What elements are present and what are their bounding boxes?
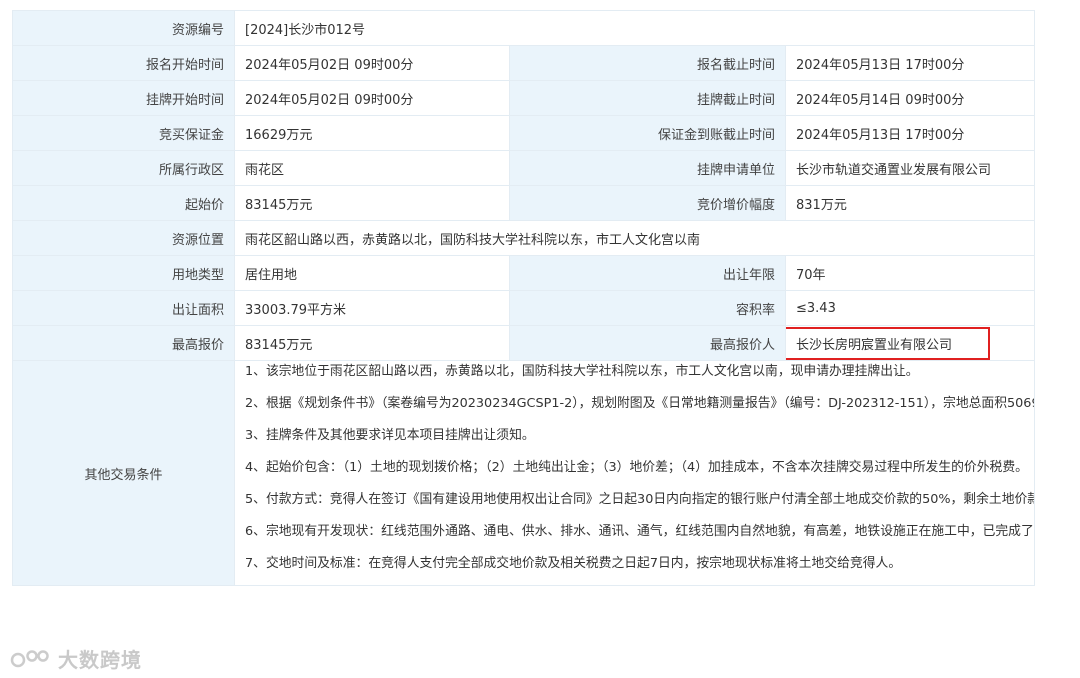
area-label: 出让面积 [12,290,235,326]
conditions-label: 其他交易条件 [12,360,235,586]
reg-end-value: 2024年05月13日 17时00分 [785,45,1035,81]
resource-no-value: [2024]长沙市012号 [234,10,1035,46]
district-value: 雨花区 [234,150,510,186]
table-row: 其他交易条件 1、该宗地位于雨花区韶山路以西，赤黄路以北，国防科技大学社科院以东… [12,360,1035,586]
reg-end-label: 报名截止时间 [509,45,786,81]
list-start-value: 2024年05月02日 09时00分 [234,80,510,116]
table-row: 竞买保证金 16629万元 保证金到账截止时间 2024年05月13日 17时0… [12,115,1035,151]
table-row: 最高报价 83145万元 最高报价人 长沙长房明宸置业有限公司 [12,325,1035,361]
reg-start-label: 报名开始时间 [12,45,235,81]
table-row: 报名开始时间 2024年05月02日 09时00分 报名截止时间 2024年05… [12,45,1035,81]
applicant-value: 长沙市轨道交通置业发展有限公司 [785,150,1035,186]
top-bidder-label: 最高报价人 [509,325,786,361]
condition-item: 5、付款方式：竞得人在签订《国有建设用地使用权出让合同》之日起30日内向指定的银… [245,492,1034,507]
land-use-value: 居住用地 [234,255,510,291]
watermark-logo-icon [10,649,49,667]
top-bid-value: 83145万元 [234,325,510,361]
district-label: 所属行政区 [12,150,235,186]
increment-value: 831万元 [785,185,1035,221]
list-end-value: 2024年05月14日 09时00分 [785,80,1035,116]
far-label: 容积率 [509,290,786,326]
condition-item: 2、根据《规划条件书》（案卷编号为20230234GCSP1-2），规划附图及《… [245,396,1034,411]
area-value: 33003.79平方米 [234,290,510,326]
watermark: 大数跨境 [10,644,142,673]
top-bid-label: 最高报价 [12,325,235,361]
reg-start-value: 2024年05月02日 09时00分 [234,45,510,81]
far-value: ≤3.43 [785,290,1035,326]
condition-item: 4、起始价包含：（1）土地的现划拨价格；（2）土地纯出让金；（3）地价差；（4）… [245,460,1028,475]
deposit-deadline-label: 保证金到账截止时间 [509,115,786,151]
start-price-value: 83145万元 [234,185,510,221]
top-bidder-value: 长沙长房明宸置业有限公司 [796,337,953,353]
condition-item: 6、宗地现有开发现状：红线范围外通路、通电、供水、排水、通讯、通气，红线范围内自… [245,524,1035,539]
location-value: 雨花区韶山路以西，赤黄路以北，国防科技大学社科院以东，市工人文化宫以南 [234,220,1035,256]
table-row: 出让面积 33003.79平方米 容积率 ≤3.43 [12,290,1035,326]
deposit-value: 16629万元 [234,115,510,151]
condition-item: 7、交地时间及标准：在竞得人支付完全部成交地价款及相关税费之日起7日内，按宗地现… [245,556,902,571]
start-price-label: 起始价 [12,185,235,221]
list-end-label: 挂牌截止时间 [509,80,786,116]
term-value: 70年 [785,255,1035,291]
land-use-label: 用地类型 [12,255,235,291]
condition-item: 1、该宗地位于雨花区韶山路以西，赤黄路以北，国防科技大学社科院以东，市工人文化宫… [245,364,919,379]
table-row: 起始价 83145万元 竞价增价幅度 831万元 [12,185,1035,221]
table-row: 所属行政区 雨花区 挂牌申请单位 长沙市轨道交通置业发展有限公司 [12,150,1035,186]
table-row: 资源位置 雨花区韶山路以西，赤黄路以北，国防科技大学社科院以东，市工人文化宫以南 [12,220,1035,256]
term-label: 出让年限 [509,255,786,291]
table-row: 用地类型 居住用地 出让年限 70年 [12,255,1035,291]
increment-label: 竞价增价幅度 [509,185,786,221]
applicant-label: 挂牌申请单位 [509,150,786,186]
table-row: 挂牌开始时间 2024年05月02日 09时00分 挂牌截止时间 2024年05… [12,80,1035,116]
top-bidder-cell: 长沙长房明宸置业有限公司 [785,325,1035,361]
condition-item: 3、挂牌条件及其他要求详见本项目挂牌出让须知。 [245,428,535,443]
location-label: 资源位置 [12,220,235,256]
conditions-content: 1、该宗地位于雨花区韶山路以西，赤黄路以北，国防科技大学社科院以东，市工人文化宫… [234,360,1035,586]
watermark-text: 大数跨境 [58,648,142,672]
list-start-label: 挂牌开始时间 [12,80,235,116]
deposit-label: 竞买保证金 [12,115,235,151]
top-bidder-highlight: 长沙长房明宸置业有限公司 [786,326,991,360]
land-info-table: 资源编号 [2024]长沙市012号 报名开始时间 2024年05月02日 09… [12,10,1035,586]
resource-no-label: 资源编号 [12,10,235,46]
table-row: 资源编号 [2024]长沙市012号 [12,10,1035,46]
deposit-deadline-value: 2024年05月13日 17时00分 [785,115,1035,151]
